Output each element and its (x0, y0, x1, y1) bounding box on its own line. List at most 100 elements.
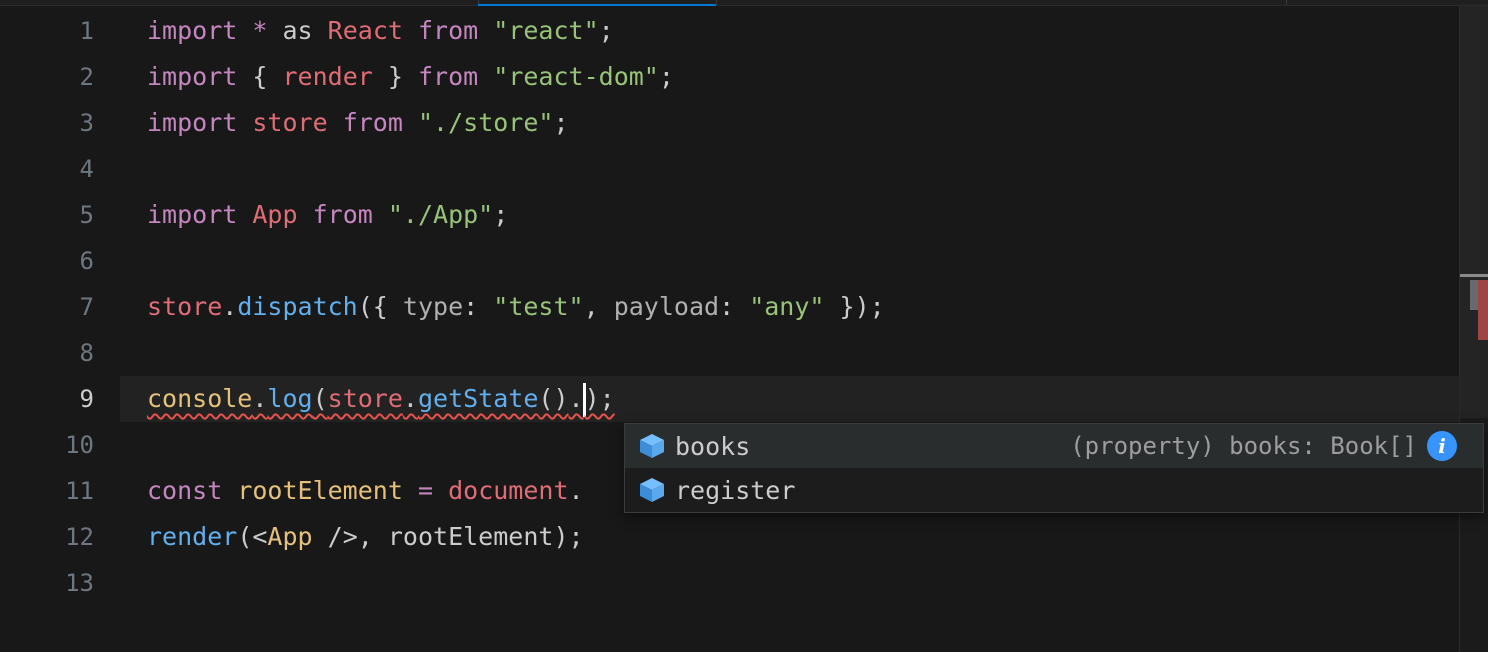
code-line-12[interactable]: render(<App />, rootElement); (147, 514, 1458, 560)
dot: . (222, 292, 238, 321)
code-line-3[interactable]: import store from "./store"; (147, 100, 1458, 146)
paren-open: ( (312, 384, 328, 413)
method-getstate: getState (417, 384, 539, 413)
keyword-import: import (147, 62, 238, 91)
star-operator: * (252, 16, 268, 45)
code-line-9[interactable]: console.log(store.getState().); (147, 376, 1458, 422)
semicolon: ; (493, 200, 509, 229)
line-number: 6 (79, 247, 94, 275)
jsx-self-close: />, (327, 522, 373, 551)
brace-close: } (387, 62, 403, 91)
colon: : (463, 292, 479, 321)
paren-close-semicolon: ); (584, 384, 615, 413)
line-number: 1 (79, 17, 94, 45)
dot: . (568, 476, 584, 505)
identifier-app: App (252, 200, 298, 229)
keyword-const: const (147, 476, 223, 505)
method-log: log (267, 384, 313, 413)
dot: . (568, 384, 584, 413)
dot: . (252, 384, 268, 413)
overview-ruler-mark (1470, 280, 1478, 310)
code-editor[interactable]: 1 2 3 4 5 6 7 8 9 10 11 12 13 import * a… (0, 0, 1488, 652)
line-number: 11 (65, 477, 94, 505)
brace-open: { (252, 62, 268, 91)
code-line-2[interactable]: import { render } from "react-dom"; (147, 54, 1458, 100)
semicolon: ; (658, 62, 674, 91)
line-number: 13 (65, 569, 94, 597)
property-payload: payload (613, 292, 720, 321)
method-dispatch: dispatch (237, 292, 358, 321)
keyword-import: import (147, 108, 238, 137)
module-string: "./store" (417, 108, 554, 137)
keyword-from: from (418, 16, 479, 45)
paren-close-semicolon: ); (553, 522, 584, 551)
identifier-rootelement: rootElement (237, 476, 403, 505)
parens: () (538, 384, 569, 413)
property-icon (637, 475, 667, 505)
identifier-store: store (147, 292, 223, 321)
identifier-react: React (327, 16, 403, 45)
comma: , (583, 292, 599, 321)
line-number: 7 (79, 293, 94, 321)
tab-separator (716, 0, 717, 5)
code-line-5[interactable]: import App from "./App"; (147, 192, 1458, 238)
equals-operator: = (417, 476, 434, 505)
suggest-item-detail: (property) books: Book[] (1070, 432, 1417, 460)
code-line-7[interactable]: store.dispatch({ type: "test", payload: … (147, 284, 1458, 330)
line-number: 8 (79, 339, 94, 367)
identifier-render: render (282, 62, 373, 91)
error-squiggle-range: console.log(store.getState().); (147, 383, 615, 417)
line-number: 4 (79, 155, 94, 183)
keyword-from: from (342, 108, 403, 137)
semicolon: ; (553, 108, 569, 137)
tab-separator (1286, 0, 1287, 5)
active-tab-indicator (478, 4, 716, 6)
string-any: "any" (749, 292, 825, 321)
paren-jsx-open: (< (237, 522, 268, 551)
suggest-item-register[interactable]: register (625, 468, 1483, 512)
keyword-import: import (147, 16, 238, 45)
suggest-widget[interactable]: books (property) books: Book[] i registe… (624, 423, 1484, 513)
paren-brace-open: ({ (357, 292, 388, 321)
code-line-8[interactable] (147, 330, 1458, 376)
keyword-from: from (312, 200, 373, 229)
string-test: "test" (493, 292, 584, 321)
function-render: render (147, 522, 238, 551)
identifier-store: store (327, 384, 403, 413)
code-line-13[interactable] (147, 560, 1458, 606)
code-line-4[interactable] (147, 146, 1458, 192)
info-icon[interactable]: i (1427, 431, 1457, 461)
line-number: 5 (79, 201, 94, 229)
line-number-gutter: 1 2 3 4 5 6 7 8 9 10 11 12 13 (0, 8, 120, 606)
overview-ruler-cursor-mark (1460, 274, 1488, 277)
code-line-6[interactable] (147, 238, 1458, 284)
dot: . (402, 384, 418, 413)
suggest-item-books[interactable]: books (property) books: Book[] i (625, 424, 1483, 468)
line-number: 10 (65, 431, 94, 459)
line-number-active: 9 (79, 385, 94, 413)
suggest-item-label: register (675, 475, 796, 505)
jsx-tag-app: App (267, 522, 313, 551)
module-string: "react" (493, 16, 599, 45)
code-area[interactable]: import * as React from "react"; import {… (147, 8, 1458, 606)
tab-bar-edge (0, 0, 1488, 6)
colon: : (719, 292, 735, 321)
property-icon (637, 431, 667, 461)
module-string: "./App" (387, 200, 494, 229)
scrollbar-thumb[interactable] (1460, 6, 1488, 418)
identifier-document: document (448, 476, 569, 505)
identifier-console: console (147, 384, 253, 413)
brace-paren-close: }); (839, 292, 885, 321)
keyword-import: import (147, 200, 238, 229)
keyword-as: as (282, 16, 313, 45)
identifier-store: store (252, 108, 328, 137)
suggest-item-label: books (675, 431, 751, 461)
line-number: 3 (79, 109, 94, 137)
code-line-1[interactable]: import * as React from "react"; (147, 8, 1458, 54)
keyword-from: from (418, 62, 479, 91)
overview-ruler-error-mark (1478, 280, 1488, 340)
module-string: "react-dom" (493, 62, 659, 91)
property-type: type (402, 292, 464, 321)
semicolon: ; (598, 16, 614, 45)
line-number: 12 (65, 523, 94, 551)
